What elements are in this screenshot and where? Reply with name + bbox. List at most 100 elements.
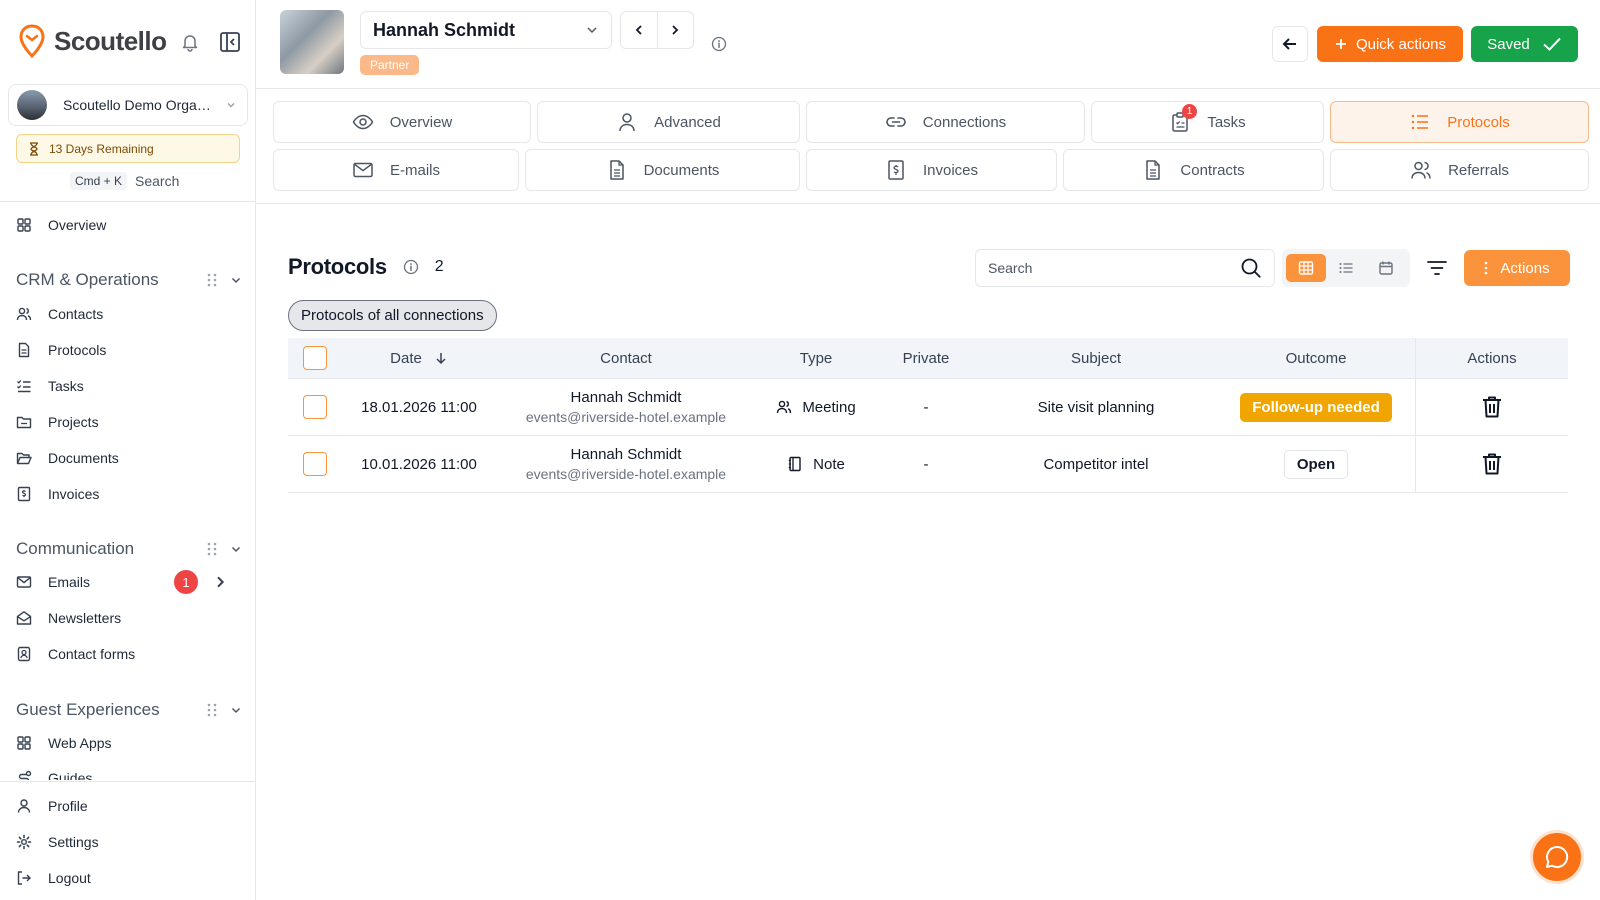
sidebar-item-label: Newsletters	[48, 610, 122, 626]
tab-tasks[interactable]: Tasks 1	[1091, 101, 1324, 143]
back-button[interactable]	[1272, 26, 1308, 62]
tab-overview[interactable]: Overview	[273, 101, 531, 143]
brand[interactable]: Scoutello	[18, 24, 167, 58]
tab-invoices[interactable]: Invoices	[806, 149, 1057, 191]
sidebar-item-contacts[interactable]: Contacts	[16, 302, 242, 326]
outcome-badge: Follow-up needed	[1240, 392, 1392, 422]
column-subject[interactable]: Subject	[976, 338, 1216, 378]
org-switcher[interactable]: Scoutello Demo Organization	[8, 84, 248, 126]
route-icon	[18, 770, 32, 780]
tab-documents[interactable]: Documents	[525, 149, 800, 191]
view-switcher	[1282, 249, 1410, 287]
sidebar-item-label: Documents	[48, 450, 119, 466]
record-tabs: Overview Advanced Connections Tasks 1 Pr…	[256, 89, 1600, 204]
row-checkbox[interactable]	[303, 452, 327, 476]
column-label: Type	[799, 349, 833, 367]
quick-actions-button[interactable]: Quick actions	[1317, 26, 1463, 62]
table-row[interactable]: 10.01.2026 11:00 Hannah Schmidt events@r…	[288, 436, 1568, 493]
sidebar-item-overview[interactable]: Overview	[16, 213, 242, 237]
sidebar-item-protocols[interactable]: Protocols	[16, 338, 242, 362]
sidebar-item-invoices[interactable]: Invoices	[16, 482, 242, 506]
contact-selector[interactable]: Hannah Schmidt	[360, 11, 612, 49]
search-icon[interactable]	[1240, 257, 1262, 279]
sidebar-item-profile[interactable]: Profile	[16, 794, 242, 818]
row-type: Meeting	[756, 379, 876, 435]
column-private[interactable]: Private	[876, 338, 976, 378]
sidebar-item-documents[interactable]: Documents	[16, 446, 242, 470]
row-actions	[1416, 436, 1568, 492]
info-icon[interactable]	[711, 36, 727, 52]
drag-handle-icon[interactable]	[206, 542, 218, 556]
chat-launcher-button[interactable]	[1530, 830, 1584, 884]
sidebar-collapse-icon[interactable]	[218, 30, 242, 54]
tab-e-mails[interactable]: E-mails	[273, 149, 519, 191]
trash-icon[interactable]	[1481, 452, 1503, 476]
app-root: Scoutello Scoutello Demo Organization 13…	[0, 0, 1600, 900]
tab-label: E-mails	[389, 161, 440, 179]
select-all-checkbox[interactable]	[303, 346, 327, 370]
tab-connections[interactable]: Connections	[806, 101, 1085, 143]
section-communication[interactable]: Communication	[16, 537, 242, 561]
link-icon	[886, 117, 906, 127]
column-label: Contact	[600, 349, 652, 367]
filter-icon[interactable]	[1425, 256, 1449, 280]
table-icon	[1298, 261, 1314, 275]
invoice-icon	[888, 160, 904, 180]
row-contact[interactable]: Hannah Schmidt events@riverside-hotel.ex…	[496, 436, 756, 492]
sidebar-item-guides[interactable]: Guides	[16, 766, 242, 780]
table-view-button[interactable]	[1286, 254, 1326, 282]
sidebar-item-logout[interactable]: Logout	[16, 866, 242, 890]
sidebar-item-projects[interactable]: Projects	[16, 410, 242, 434]
section-guest-experiences[interactable]: Guest Experiences	[16, 698, 242, 722]
sidebar-item-label: Invoices	[48, 486, 100, 502]
drag-handle-icon[interactable]	[206, 273, 218, 287]
info-icon[interactable]	[403, 259, 419, 275]
sidebar-item-newsletters[interactable]: Newsletters	[16, 606, 242, 630]
sidebar-item-label: Overview	[48, 217, 107, 233]
search-box	[975, 249, 1275, 287]
tab-referrals[interactable]: Referrals	[1330, 149, 1589, 191]
row-outcome: Open	[1216, 436, 1416, 492]
notebook-icon	[788, 456, 801, 472]
sidebar-item-settings[interactable]: Settings	[16, 830, 242, 854]
sidebar-item-web-apps[interactable]: Web Apps	[16, 731, 242, 755]
previous-record-button[interactable]	[621, 12, 657, 48]
row-date: 10.01.2026 11:00	[361, 455, 477, 473]
column-outcome[interactable]: Outcome	[1216, 338, 1416, 378]
row-checkbox[interactable]	[303, 395, 327, 419]
column-type[interactable]: Type	[756, 338, 876, 378]
chevron-right-icon[interactable]	[212, 574, 228, 590]
sidebar-item-label: Contacts	[48, 306, 104, 322]
sidebar-item-tasks[interactable]: Tasks	[16, 374, 242, 398]
trash-icon[interactable]	[1481, 395, 1503, 419]
actions-button[interactable]: Actions	[1464, 250, 1570, 286]
column-contact[interactable]: Contact	[496, 338, 756, 378]
tab-protocols[interactable]: Protocols	[1330, 101, 1589, 143]
contact-photo[interactable]	[280, 10, 344, 74]
global-search-trigger[interactable]: Cmd + K Search	[70, 172, 179, 190]
arrow-left-icon	[1282, 38, 1296, 50]
table-row[interactable]: 18.01.2026 11:00 Hannah Schmidt events@r…	[288, 379, 1568, 436]
row-contact[interactable]: Hannah Schmidt events@riverside-hotel.ex…	[496, 379, 756, 435]
column-date[interactable]: Date	[342, 338, 496, 378]
next-record-button[interactable]	[656, 12, 694, 48]
filter-chip[interactable]: Protocols of all connections	[288, 300, 497, 331]
search-label: Search	[135, 173, 180, 189]
tab-contracts[interactable]: Contracts	[1063, 149, 1324, 191]
tab-label: Documents	[643, 161, 720, 179]
row-private: -	[923, 398, 929, 416]
contact-name: Hannah Schmidt	[570, 446, 682, 463]
sidebar-item-emails[interactable]: Emails 1	[16, 570, 242, 594]
more-vertical-icon	[1485, 261, 1488, 275]
tab-advanced[interactable]: Advanced	[537, 101, 800, 143]
bell-icon[interactable]	[180, 32, 200, 52]
section-crm-operations[interactable]: CRM & Operations	[16, 268, 242, 292]
trial-banner[interactable]: 13 Days Remaining	[16, 134, 240, 163]
drag-handle-icon[interactable]	[206, 703, 218, 717]
calendar-view-button[interactable]	[1366, 254, 1406, 282]
sidebar-item-contact-forms[interactable]: Contact forms	[16, 642, 242, 666]
search-input[interactable]	[988, 260, 1208, 276]
list-view-button[interactable]	[1326, 254, 1366, 282]
sidebar-item-label: Projects	[48, 414, 99, 430]
saved-button[interactable]: Saved	[1471, 26, 1578, 62]
